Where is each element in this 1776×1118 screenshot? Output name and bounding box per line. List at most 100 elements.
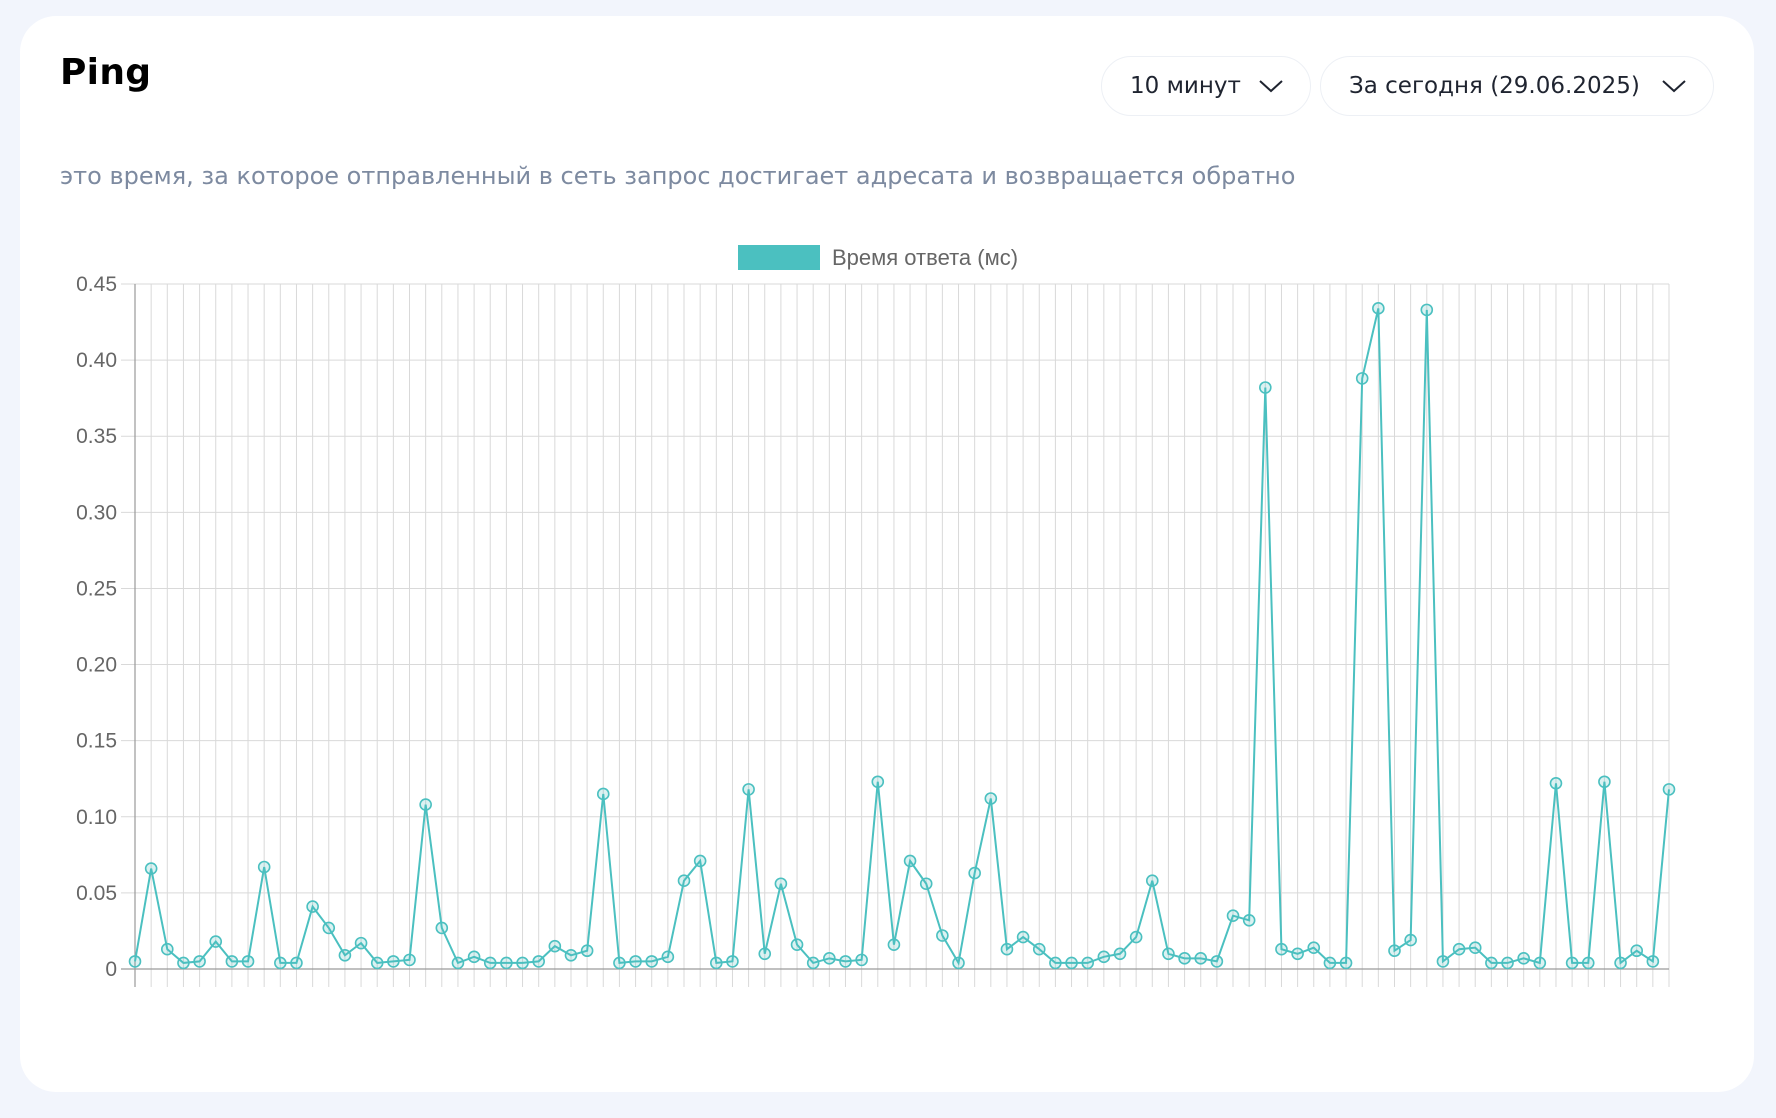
data-point (871, 775, 885, 789)
data-point (1145, 874, 1159, 888)
data-point (1259, 381, 1272, 394)
data-point (354, 936, 368, 950)
data-point (580, 944, 594, 958)
data-point (1210, 955, 1224, 968)
ping-line-chart: Время ответа (мс) 00.050.100.150.200.250… (76, 245, 1676, 987)
y-tick-label: 0.45 (76, 273, 117, 296)
data-point (726, 955, 739, 968)
data-point (629, 955, 642, 968)
data-point (548, 939, 562, 953)
chart-legend[interactable]: Время ответа (мс) (738, 245, 1018, 270)
data-point (613, 956, 626, 970)
data-point (1226, 909, 1240, 923)
data-point (419, 798, 432, 811)
data-point (1630, 944, 1644, 958)
data-point (1000, 942, 1014, 956)
data-point (177, 956, 190, 970)
data-point (516, 956, 529, 970)
data-point (306, 900, 319, 913)
y-tick-label: 0.35 (76, 425, 117, 448)
data-point (1113, 947, 1127, 961)
data-point (1565, 956, 1579, 970)
chart-grid (121, 283, 1670, 987)
chart-axes (121, 284, 1669, 987)
data-point (241, 955, 255, 968)
data-point (1097, 950, 1111, 964)
data-point (596, 787, 610, 801)
data-point (274, 956, 287, 970)
data-point (160, 942, 174, 956)
data-point (1372, 302, 1385, 315)
data-point (1065, 956, 1078, 970)
data-point (1323, 956, 1337, 970)
data-point (887, 938, 901, 951)
data-point (387, 955, 400, 968)
data-point (290, 956, 303, 970)
y-tick-label: 0 (105, 958, 117, 981)
data-point (1388, 944, 1401, 958)
data-point (1517, 952, 1530, 965)
data-point (677, 874, 691, 888)
y-tick-label: 0.20 (76, 654, 117, 677)
data-point (710, 956, 723, 970)
data-point (1016, 930, 1030, 944)
data-point (1581, 956, 1595, 970)
data-point (209, 935, 223, 948)
data-point (661, 950, 675, 964)
data-point (1178, 952, 1191, 965)
data-point (403, 953, 416, 967)
data-point (532, 955, 545, 968)
chart-container: Время ответа (мс) 0 0.05 0.10 0.15 0.20 0.25 0… (20, 16, 1754, 1092)
data-point (693, 854, 707, 868)
data-point (257, 860, 271, 874)
data-point (1355, 372, 1369, 385)
data-point (338, 948, 352, 962)
data-point (645, 955, 659, 968)
data-point (1533, 956, 1547, 970)
data-point (1420, 303, 1434, 317)
legend-swatch (738, 245, 820, 270)
data-point (1549, 776, 1563, 790)
data-point (903, 854, 917, 868)
y-tick-label: 0.30 (76, 501, 117, 524)
data-point (370, 956, 384, 970)
data-point (1485, 956, 1498, 970)
y-tick-label: 0.10 (76, 806, 117, 829)
data-point (1646, 955, 1660, 968)
data-point (790, 938, 804, 951)
data-point (144, 862, 158, 875)
data-point (1049, 956, 1062, 970)
data-point (564, 948, 578, 962)
y-tick-label: 0.25 (76, 577, 117, 600)
data-point (839, 955, 852, 968)
data-point (1291, 947, 1304, 961)
ping-card: Ping 10 минут За сегодня (29.06.2025) эт… (20, 16, 1754, 1092)
data-point (1662, 783, 1676, 796)
series-line (134, 308, 1670, 966)
data-point (1242, 913, 1256, 927)
data-point (193, 955, 206, 968)
data-point (1032, 942, 1046, 956)
data-point (225, 955, 239, 968)
data-point (936, 929, 949, 942)
data-point (968, 866, 981, 880)
data-point (483, 956, 497, 970)
data-point (1162, 947, 1175, 961)
data-point (774, 877, 788, 891)
data-point (984, 792, 998, 805)
data-point (500, 956, 513, 970)
y-axis-ticks: 0 0.05 0.10 0.15 0.20 0.25 0.30 0.35 0.40 0.45 (76, 273, 117, 981)
data-point (128, 955, 142, 968)
y-tick-label: 0.05 (76, 882, 117, 905)
data-point (758, 947, 772, 961)
data-point (1436, 955, 1450, 968)
data-point (823, 952, 836, 965)
legend-label: Время ответа (мс) (832, 245, 1018, 270)
data-point (1598, 775, 1611, 789)
y-tick-label: 0.15 (76, 730, 117, 753)
y-tick-label: 0.40 (76, 349, 117, 372)
data-point (435, 921, 449, 935)
data-point (1614, 956, 1627, 970)
data-point (1275, 942, 1288, 956)
data-point (1081, 956, 1094, 970)
